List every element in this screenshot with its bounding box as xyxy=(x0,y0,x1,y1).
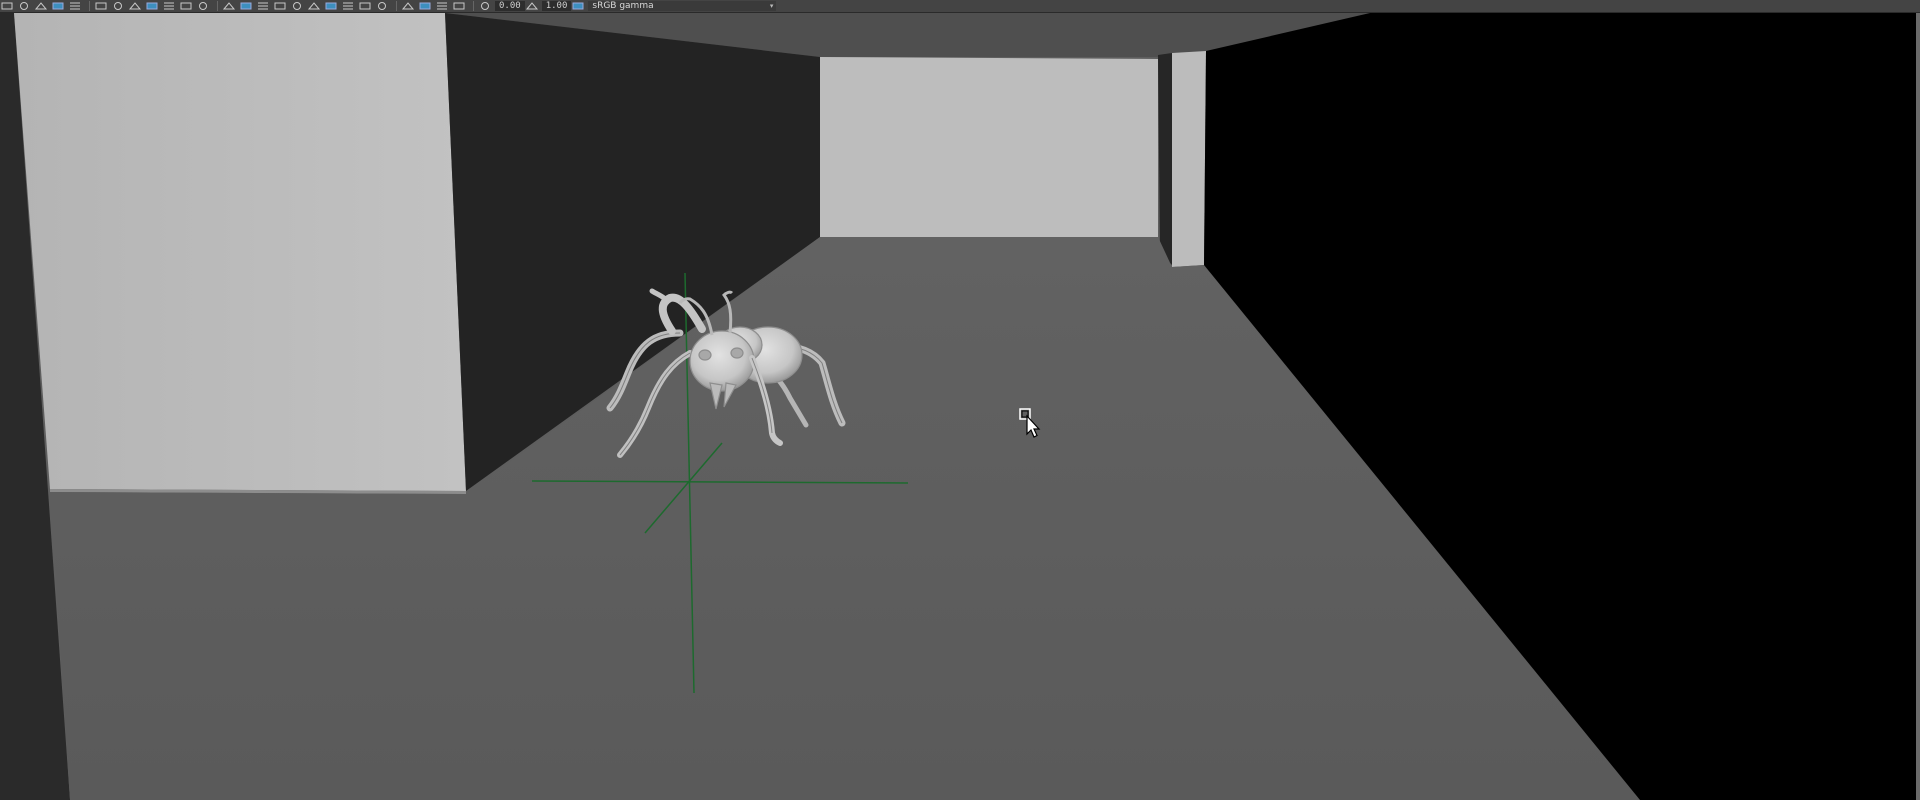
chevron-down-icon: ▾ xyxy=(769,2,774,10)
resolution-gate-icon[interactable] xyxy=(128,1,142,11)
smooth-shade-icon[interactable] xyxy=(239,1,253,11)
select-camera-icon[interactable] xyxy=(0,1,14,11)
image-plane-icon[interactable] xyxy=(68,1,82,11)
safe-action-icon[interactable] xyxy=(179,1,193,11)
film-gate-icon[interactable] xyxy=(111,1,125,11)
textured-icon[interactable] xyxy=(290,1,304,11)
pillar-dark xyxy=(1158,53,1172,265)
xray-icon[interactable] xyxy=(418,1,432,11)
bookmark-icon[interactable] xyxy=(51,1,65,11)
back-wall xyxy=(820,57,1158,237)
toolbar-separator xyxy=(473,1,474,11)
use-lights-icon[interactable] xyxy=(307,1,321,11)
safe-title-icon[interactable] xyxy=(196,1,210,11)
grid-icon[interactable] xyxy=(94,1,108,11)
shadows-icon[interactable] xyxy=(324,1,338,11)
toolbar-separator xyxy=(217,1,218,11)
viewport-toolbar: 0.00 1.00 sRGB gamma ▾ xyxy=(0,0,1920,13)
motion-blur-icon[interactable] xyxy=(358,1,372,11)
scene-canvas[interactable] xyxy=(0,13,1920,800)
exposure-field[interactable]: 0.00 xyxy=(495,1,525,11)
gate-mask-icon[interactable] xyxy=(145,1,159,11)
anti-alias-icon[interactable] xyxy=(375,1,389,11)
color-management-icon[interactable] xyxy=(571,1,585,11)
exposure-icon[interactable] xyxy=(478,1,492,11)
field-chart-icon[interactable] xyxy=(162,1,176,11)
gamma-icon[interactable] xyxy=(525,1,539,11)
mouse-cursor-icon xyxy=(1019,408,1041,438)
wireframe-icon[interactable] xyxy=(222,1,236,11)
xray-components-icon[interactable] xyxy=(452,1,466,11)
gamma-field[interactable]: 1.00 xyxy=(541,1,572,11)
left-wall-face xyxy=(14,13,466,491)
pillar-light xyxy=(1172,51,1206,267)
3d-viewport[interactable] xyxy=(0,13,1920,800)
ambient-occlusion-icon[interactable] xyxy=(341,1,355,11)
right-edge-strip xyxy=(1916,13,1920,800)
bounding-box-icon[interactable] xyxy=(256,1,270,11)
view-transform-dropdown[interactable]: sRGB gamma ▾ xyxy=(588,1,777,11)
xray-joints-icon[interactable] xyxy=(435,1,449,11)
toolbar-separator xyxy=(89,1,90,11)
camera-attributes-icon[interactable] xyxy=(34,1,48,11)
toolbar-separator xyxy=(396,1,397,11)
flat-shade-icon[interactable] xyxy=(273,1,287,11)
lock-camera-icon[interactable] xyxy=(17,1,31,11)
isolate-select-icon[interactable] xyxy=(401,1,415,11)
view-transform-label: sRGB gamma xyxy=(592,1,654,11)
